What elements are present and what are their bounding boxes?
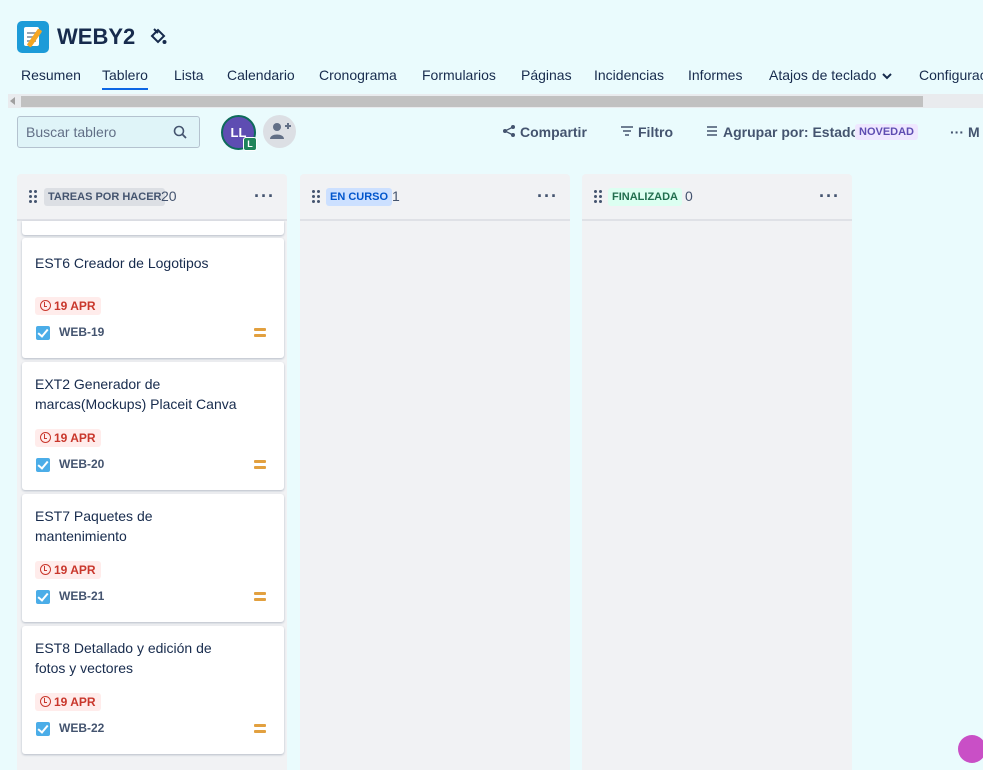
- tab-tablero[interactable]: Tablero: [102, 67, 148, 90]
- avatar[interactable]: LL L: [221, 115, 257, 151]
- project-title: WEBY2: [57, 24, 136, 49]
- column-count: 1: [392, 188, 400, 204]
- tab-resumen[interactable]: Resumen: [21, 67, 81, 89]
- share-label: Compartir: [520, 124, 587, 140]
- tab-informes[interactable]: Informes: [688, 67, 742, 89]
- column-header: FINALIZADA 0 ···: [582, 174, 852, 221]
- card-web-22[interactable]: EST8 Detallado y edición de fotos y vect…: [22, 626, 284, 754]
- card-partial[interactable]: [22, 221, 284, 235]
- due-date-badge: 19 APR: [35, 297, 101, 315]
- column-label: EN CURSO: [326, 188, 393, 206]
- filter-label: Filtro: [638, 124, 673, 140]
- due-date-badge: 19 APR: [35, 693, 101, 711]
- filter-button[interactable]: Filtro: [620, 124, 673, 140]
- tab-configuracion[interactable]: Configurac: [919, 67, 983, 89]
- due-date-text: 19 APR: [54, 431, 96, 445]
- chevron-down-icon: [882, 73, 893, 80]
- column-count: 20: [161, 188, 177, 204]
- column-label: FINALIZADA: [608, 188, 682, 206]
- scrollbar-thumb[interactable]: [21, 96, 923, 107]
- scroll-left-arrow-icon[interactable]: [10, 97, 15, 105]
- drag-handle-icon[interactable]: [29, 190, 37, 203]
- card-web-19[interactable]: EST6 Creador de Logotipos 19 APR WEB-19: [22, 238, 284, 358]
- issue-key[interactable]: WEB-19: [59, 325, 104, 339]
- group-by-button[interactable]: Agrupar por: Estado: [706, 124, 859, 140]
- clock-icon: [40, 564, 51, 575]
- priority-medium-icon: [254, 460, 266, 469]
- column-finalizada: FINALIZADA 0 ···: [582, 174, 852, 770]
- priority-medium-icon: [254, 328, 266, 337]
- column-more-icon[interactable]: ···: [819, 186, 840, 207]
- horizontal-scrollbar[interactable]: [8, 94, 983, 108]
- group-icon: [707, 126, 717, 136]
- priority-medium-icon: [254, 592, 266, 601]
- share-icon: [503, 125, 515, 137]
- due-date-text: 19 APR: [54, 563, 96, 577]
- clock-icon: [40, 696, 51, 707]
- column-header: EN CURSO 1 ···: [300, 174, 570, 221]
- priority-medium-icon: [254, 724, 266, 733]
- group-by-label: Agrupar por: Estado: [723, 124, 860, 140]
- more-button[interactable]: ··· M: [950, 124, 980, 140]
- search-board: [17, 116, 200, 148]
- tab-cronograma[interactable]: Cronograma: [319, 67, 397, 89]
- drag-handle-icon[interactable]: [594, 190, 602, 203]
- filter-icon: [621, 126, 633, 136]
- tab-incidencias[interactable]: Incidencias: [594, 67, 664, 89]
- nav-tabs: Resumen Tablero Lista Calendario Cronogr…: [0, 64, 983, 92]
- card-title: EST8 Detallado y edición de fotos y vect…: [35, 640, 212, 676]
- add-people-button[interactable]: [263, 115, 296, 148]
- card-title: EST6 Creador de Logotipos: [35, 255, 209, 271]
- drag-handle-icon[interactable]: [312, 190, 320, 203]
- paint-bucket-icon[interactable]: [149, 27, 167, 47]
- card-web-21[interactable]: EST7 Paquetes de mantenimiento 19 APR WE…: [22, 494, 284, 622]
- column-label: TAREAS POR HACER: [44, 188, 166, 206]
- more-label: M: [968, 124, 980, 140]
- assistant-logo-icon[interactable]: [958, 735, 983, 763]
- due-date-text: 19 APR: [54, 695, 96, 709]
- card-web-20[interactable]: EXT2 Generador de marcas(Mockups) Placei…: [22, 362, 284, 490]
- issue-key[interactable]: WEB-21: [59, 589, 104, 603]
- search-icon: [173, 125, 187, 139]
- add-user-icon: [270, 123, 291, 139]
- more-dots-icon: ···: [950, 124, 964, 140]
- tab-atajos-label: Atajos de teclado: [769, 67, 877, 83]
- task-checkbox-icon: [36, 458, 50, 472]
- tab-paginas[interactable]: Páginas: [521, 67, 572, 89]
- clock-icon: [40, 432, 51, 443]
- due-date-badge: 19 APR: [35, 429, 101, 447]
- project-icon: [17, 21, 49, 53]
- task-checkbox-icon: [36, 722, 50, 736]
- tab-atajos-de-teclado[interactable]: Atajos de teclado: [769, 67, 893, 89]
- column-more-icon[interactable]: ···: [537, 186, 558, 207]
- tab-calendario[interactable]: Calendario: [227, 67, 295, 89]
- issue-key[interactable]: WEB-20: [59, 457, 104, 471]
- column-en-curso: EN CURSO 1 ···: [300, 174, 570, 770]
- card-title: EST7 Paquetes de mantenimiento: [35, 508, 153, 544]
- task-checkbox-icon: [36, 326, 50, 340]
- tab-formularios[interactable]: Formularios: [422, 67, 496, 89]
- avatar-status-badge: L: [243, 137, 257, 151]
- due-date-badge: 19 APR: [35, 561, 101, 579]
- tab-lista[interactable]: Lista: [174, 67, 204, 89]
- due-date-text: 19 APR: [54, 299, 96, 313]
- share-button[interactable]: Compartir: [502, 124, 587, 140]
- column-more-icon[interactable]: ···: [254, 186, 275, 207]
- issue-key[interactable]: WEB-22: [59, 721, 104, 735]
- search-input[interactable]: [18, 117, 168, 147]
- task-checkbox-icon: [36, 590, 50, 604]
- new-badge: NOVEDAD: [855, 124, 919, 140]
- card-title: EXT2 Generador de marcas(Mockups) Placei…: [35, 376, 237, 412]
- column-header: TAREAS POR HACER 20 ···: [17, 174, 287, 221]
- clock-icon: [40, 300, 51, 311]
- column-count: 0: [685, 188, 693, 204]
